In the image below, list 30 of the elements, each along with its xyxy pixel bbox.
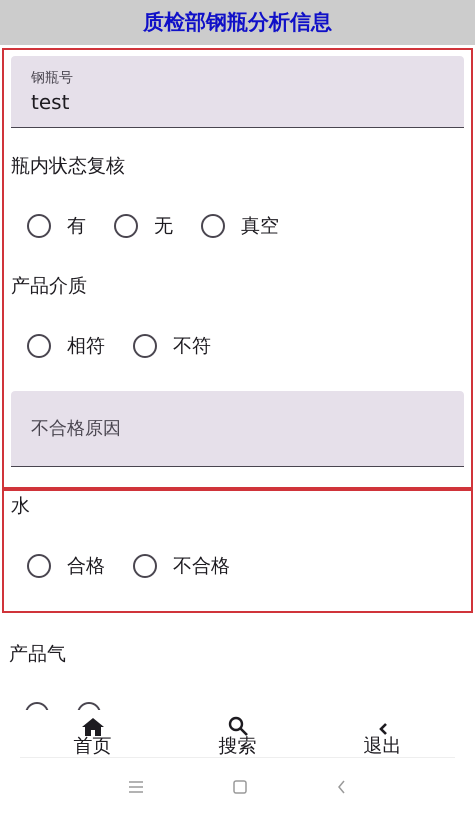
search-icon [228, 716, 248, 736]
radio-button[interactable] [133, 554, 157, 578]
question-label: 瓶内状态复核 [11, 154, 126, 179]
option-label[interactable]: 有 [67, 212, 86, 240]
nav-tab[interactable]: 首页 [48, 718, 138, 757]
home-icon [82, 718, 104, 736]
question-label: 水 [11, 494, 31, 519]
option-label[interactable]: 真空 [241, 212, 279, 240]
home-icon[interactable] [233, 780, 247, 794]
back-icon [378, 722, 388, 736]
nav-tab[interactable]: 退出 [338, 722, 428, 757]
option-label[interactable]: 相符 [67, 332, 105, 360]
question-label: 产品介质 [11, 274, 88, 299]
radio-button[interactable] [114, 214, 138, 238]
radio-button[interactable] [201, 214, 225, 238]
radio-button[interactable] [27, 554, 51, 578]
radio-button[interactable] [27, 214, 51, 238]
reason-field[interactable]: 不合格原因 [11, 391, 464, 467]
option-label[interactable]: 不合格 [173, 552, 230, 580]
text-field[interactable]: 钢瓶号 test [11, 56, 464, 128]
option-label[interactable]: 无 [154, 212, 173, 240]
app-title: 质检部钢瓶分析信息 [143, 8, 332, 36]
back-icon[interactable] [337, 780, 346, 794]
radio-button[interactable] [27, 334, 51, 358]
nav-tab[interactable]: 搜索 [192, 716, 282, 757]
option-label[interactable]: 合格 [67, 552, 105, 580]
menu-icon[interactable] [129, 780, 143, 792]
radio-button[interactable] [133, 334, 157, 358]
option-label[interactable]: 不符 [173, 332, 211, 360]
question-label: 产品气 [9, 642, 67, 667]
